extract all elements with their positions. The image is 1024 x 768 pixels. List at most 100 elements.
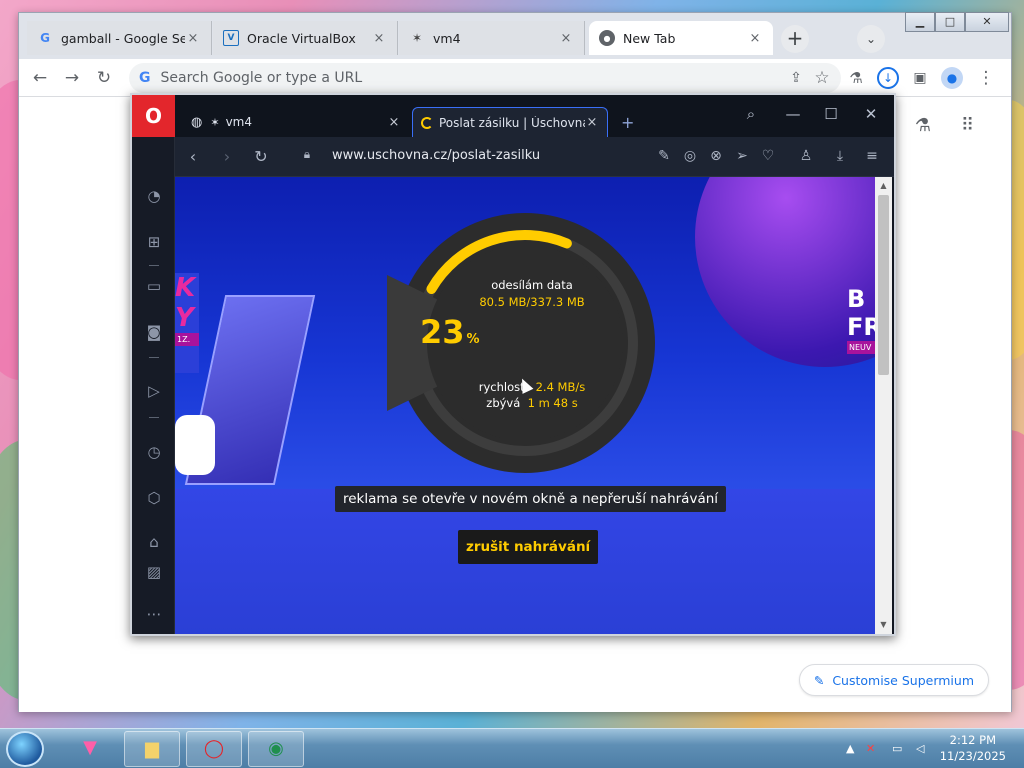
scroll-up-icon[interactable]: ▲ <box>875 179 892 193</box>
more-icon[interactable]: ⋯ <box>143 603 165 625</box>
ad-banner-left[interactable]: K Y 1Z. <box>175 273 199 373</box>
taskbar-clock[interactable]: 2:12 PM 11/23/2025 <box>940 732 1006 764</box>
reload-icon[interactable]: ↻ <box>251 147 271 166</box>
wallet-icon[interactable]: ⌂ <box>143 531 165 553</box>
forward-icon[interactable]: → <box>61 67 83 89</box>
tab-title: Poslat zásilku | Úschovna.cz <box>439 115 585 130</box>
tray-network-icon[interactable]: ✕ <box>866 729 875 768</box>
back-icon[interactable]: ← <box>29 67 51 89</box>
bookmark-star-icon[interactable]: ☆ <box>811 67 833 89</box>
share-icon[interactable]: ⇪ <box>785 67 807 89</box>
sidebar-divider <box>149 265 159 266</box>
remaining-label: zbývá <box>486 396 521 410</box>
close-icon[interactable]: × <box>185 31 201 46</box>
close-icon[interactable]: × <box>585 115 599 130</box>
close-icon[interactable]: × <box>747 31 763 46</box>
google-icon: G <box>139 70 151 86</box>
opera-sidebar: O ◔ ⊞ ▭ ◙ ▷ ◷ ⬡ ⌂ ▨ ⋯ <box>132 95 175 634</box>
adblock-icon[interactable]: ⊗ <box>707 148 725 164</box>
tray-volume-icon[interactable]: ◁ <box>916 729 924 768</box>
chrome-tab-vm4[interactable]: ✶ vm4 × <box>399 21 585 55</box>
ad-right-badge: NEUV <box>847 341 875 354</box>
search-tabs-icon[interactable]: ⌕ <box>739 105 763 123</box>
snapshot-camera-icon[interactable]: ◎ <box>681 148 699 164</box>
back-icon[interactable]: ‹ <box>183 147 203 166</box>
account-icon[interactable]: ♙ <box>797 148 815 164</box>
close-icon[interactable]: × <box>387 115 401 130</box>
player-icon[interactable]: ▷ <box>143 380 165 402</box>
send-icon[interactable]: ➢ <box>733 148 751 164</box>
remaining-row: zbývá 1 m 48 s <box>447 396 617 410</box>
ad-left-text: K Y <box>175 273 196 333</box>
opera-new-tab-button[interactable]: + <box>613 107 637 137</box>
history-icon[interactable]: ◷ <box>143 441 165 463</box>
tab-title: vm4 <box>225 115 252 129</box>
new-tab-button[interactable]: + <box>781 25 809 53</box>
tray-expand-icon[interactable]: ▲ <box>846 729 854 768</box>
easy-setup-icon[interactable]: ≡ <box>863 148 881 164</box>
labs-flask-icon[interactable]: ⚗ <box>845 67 867 89</box>
opera-tabstrip: ◍ ✶ vm4 × Poslat zásilku | Úschovna.cz ×… <box>175 95 894 137</box>
opera-logo-icon[interactable]: O <box>132 95 175 137</box>
download-icon[interactable]: ↓ <box>877 67 899 89</box>
page-scrollbar[interactable]: ▲ ▼ <box>875 177 892 634</box>
opera-address-bar: ‹ › ↻ 🔒︎ www.uschovna.cz/poslat-zasilku … <box>175 137 894 177</box>
percent-sign: % <box>466 332 480 347</box>
side-panel-icon[interactable]: ▣ <box>909 67 931 89</box>
shopping-bag-icon[interactable]: ⊞ <box>143 231 165 253</box>
reload-icon[interactable]: ↻ <box>93 67 115 89</box>
cancel-upload-button[interactable]: zrušit nahrávání <box>458 530 599 564</box>
close-icon[interactable]: ✕ <box>859 105 883 123</box>
url-field[interactable]: www.uschovna.cz/poslat-zasilku <box>332 148 540 163</box>
tab-title: New Tab <box>623 30 676 46</box>
taskbar-explorer-icon[interactable]: ▆ <box>124 731 180 767</box>
forward-icon[interactable]: › <box>217 147 237 166</box>
labs-flask-icon[interactable]: ⚗ <box>915 115 931 136</box>
taskbar-cat-app-icon[interactable]: ▼ <box>62 731 118 767</box>
ad-left-date: 1Z. <box>175 333 199 346</box>
ad-controller-shape <box>175 415 215 475</box>
menu-icon[interactable]: ⋮ <box>975 67 997 89</box>
omnibox[interactable]: G Search Google or type a URL <box>129 63 841 93</box>
transferred-value: 80.5 MB/337.3 MB <box>479 295 585 309</box>
virtualbox-icon: V <box>223 30 239 46</box>
uschovna-page: K Y 1Z. B FR NEUV odesílám data 80.5 MB/… <box>175 177 875 634</box>
clock-date: 11/23/2025 <box>939 749 1006 763</box>
extensions-cube-icon[interactable]: ⬡ <box>143 487 165 509</box>
close-button[interactable]: ✕ <box>965 12 1009 32</box>
profile-icon[interactable]: ● <box>941 67 963 89</box>
scroll-thumb[interactable] <box>878 195 889 375</box>
minimize-icon[interactable]: — <box>781 105 805 123</box>
twitch-icon[interactable]: ▭ <box>143 275 165 297</box>
tab-search-icon[interactable]: ⌄ <box>857 25 885 53</box>
tab-title: Oracle VirtualBox <box>247 30 356 46</box>
speed-dial-icon[interactable]: ◔ <box>143 185 165 207</box>
chrome-tab-newtab[interactable]: ● New Tab × <box>589 21 773 55</box>
tray-display-icon[interactable]: ▭ <box>892 729 902 768</box>
instagram-icon[interactable]: ◙ <box>143 321 165 343</box>
edit-icon[interactable]: ✎ <box>655 148 673 164</box>
minimize-button[interactable]: ▁ <box>905 12 935 32</box>
taskbar-chrome-icon[interactable]: ◉ <box>248 731 304 767</box>
opera-window: O ◔ ⊞ ▭ ◙ ▷ ◷ ⬡ ⌂ ▨ ⋯ ◍ ✶ vm4 × Poslat z… <box>130 93 896 636</box>
opera-tab-uschovna[interactable]: Poslat zásilku | Úschovna.cz × <box>412 107 608 137</box>
omnibox-placeholder: Search Google or type a URL <box>160 70 363 86</box>
scroll-down-icon[interactable]: ▼ <box>875 618 892 632</box>
close-icon[interactable]: × <box>371 31 387 46</box>
download-icon[interactable]: ⤓ <box>831 148 849 164</box>
maximize-button[interactable]: □ <box>935 12 965 32</box>
maximize-icon[interactable]: ☐ <box>819 105 843 123</box>
taskbar-opera-icon[interactable]: ◯ <box>186 731 242 767</box>
chrome-tab-google[interactable]: G gamball - Google Sea × <box>27 21 212 55</box>
gallery-icon[interactable]: ▨ <box>143 561 165 583</box>
windows-taskbar: ▼ ▆ ◯ ◉ ▲ ✕ ▭ ◁ 2:12 PM 11/23/2025 <box>0 728 1024 768</box>
vm-icon: ✶ <box>210 115 220 129</box>
chrome-tab-virtualbox[interactable]: V Oracle VirtualBox × <box>213 21 398 55</box>
ad-banner-right[interactable]: B FR NEUV <box>847 285 875 375</box>
start-button[interactable] <box>6 731 44 767</box>
close-icon[interactable]: × <box>558 31 574 46</box>
apps-grid-icon[interactable]: ⠿ <box>961 115 981 136</box>
heart-icon[interactable]: ♡ <box>759 148 777 164</box>
opera-tab-vm4[interactable]: ◍ ✶ vm4 × <box>183 107 409 137</box>
customise-button[interactable]: ✎ Customise Supermium <box>798 664 989 696</box>
